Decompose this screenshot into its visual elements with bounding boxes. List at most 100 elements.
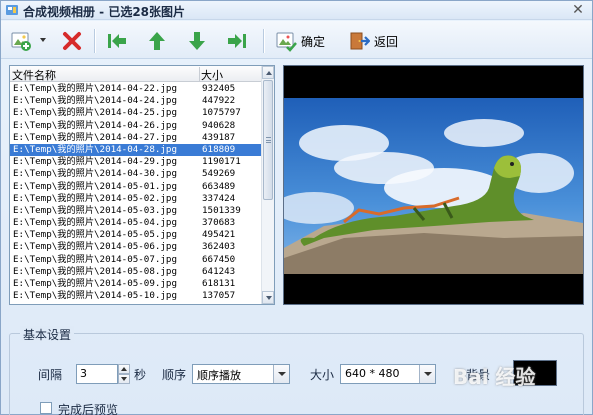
file-name-cell: E:\Temp\我的照片\2014-05-01.jpg: [13, 180, 177, 192]
file-size-cell: 362403: [202, 241, 236, 253]
file-size-cell: 447922: [202, 95, 236, 107]
table-row[interactable]: E:\Temp\我的照片\2014-04-27.jpg 439187: [10, 132, 262, 144]
move-last-icon: [228, 34, 246, 48]
file-name-cell: E:\Temp\我的照片\2014-04-27.jpg: [13, 131, 177, 143]
interval-input[interactable]: 3: [76, 364, 118, 384]
preview-after-checkbox[interactable]: [40, 402, 52, 414]
table-row[interactable]: E:\Temp\我的照片\2014-05-08.jpg 641243: [10, 266, 262, 278]
file-name-cell: E:\Temp\我的照片\2014-04-22.jpg: [13, 83, 177, 94]
table-row[interactable]: E:\Temp\我的照片\2014-05-04.jpg 370683: [10, 217, 262, 229]
table-row[interactable]: E:\Temp\我的照片\2014-04-29.jpg 1190171: [10, 156, 262, 168]
file-name-cell: E:\Temp\我的照片\2014-04-28.jpg: [13, 143, 177, 155]
file-size-cell: 495421: [202, 229, 236, 241]
scroll-down-button[interactable]: [262, 291, 274, 304]
table-row[interactable]: E:\Temp\我的照片\2014-04-30.jpg 549269: [10, 168, 262, 180]
add-dropdown-arrow[interactable]: [40, 38, 46, 42]
file-size-cell: 1501339: [202, 204, 241, 216]
table-row[interactable]: E:\Temp\我的照片\2014-05-10.jpg 137057: [10, 290, 262, 302]
file-name-cell: E:\Temp\我的照片\2014-05-02.jpg: [13, 192, 177, 204]
file-name-cell: E:\Temp\我的照片\2014-04-30.jpg: [13, 168, 177, 180]
move-first-button[interactable]: [106, 28, 128, 54]
delete-button[interactable]: [61, 28, 83, 54]
size-select[interactable]: 640 * 480: [340, 364, 436, 384]
file-name-cell: E:\Temp\我的照片\2014-05-08.jpg: [13, 265, 177, 277]
add-image-button[interactable]: [9, 28, 33, 54]
back-door-icon: [350, 32, 370, 50]
file-name-cell: E:\Temp\我的照片\2014-05-04.jpg: [13, 217, 177, 229]
move-down-icon: [189, 32, 205, 50]
file-size-cell: 618131: [202, 278, 236, 289]
table-row[interactable]: E:\Temp\我的照片\2014-05-07.jpg 667450: [10, 254, 262, 266]
chevron-down-icon[interactable]: [419, 365, 435, 383]
move-up-button[interactable]: [146, 28, 168, 54]
file-size-cell: 667450: [202, 253, 236, 265]
file-size-cell: 549269: [202, 168, 236, 180]
watermark-logo: Bai 经验: [453, 365, 536, 389]
confirm-image-icon: [276, 32, 297, 52]
file-size-cell: 439187: [202, 131, 236, 143]
title-bar[interactable]: 合成视频相册 - 已选28张图片 ✕: [1, 1, 592, 20]
file-size-cell: 663489: [202, 180, 236, 192]
file-size-cell: 1075797: [202, 107, 241, 119]
move-down-button[interactable]: [186, 28, 208, 54]
interval-down-button[interactable]: [118, 374, 130, 384]
file-name-cell: E:\Temp\我的照片\2014-05-09.jpg: [13, 278, 177, 289]
scroll-thumb[interactable]: [263, 80, 273, 200]
interval-stepper[interactable]: [118, 364, 130, 384]
file-size-cell: 137057: [202, 290, 236, 302]
table-row[interactable]: E:\Temp\我的照片\2014-05-05.jpg 495421: [10, 229, 262, 241]
table-row[interactable]: E:\Temp\我的照片\2014-05-02.jpg 337424: [10, 193, 262, 205]
file-list-header: 文件名称 大小: [10, 66, 262, 82]
close-button[interactable]: ✕: [570, 2, 586, 18]
file-list[interactable]: 文件名称 大小 E:\Temp\我的照片\2014-04-22.jpg 93240…: [9, 65, 275, 305]
iguana-photo: [284, 98, 583, 274]
toolbar-separator: [263, 29, 264, 53]
image-preview: [283, 65, 584, 305]
size-label: 大小: [310, 368, 335, 382]
file-size-cell: 932405: [202, 83, 236, 94]
file-size-cell: 618809: [202, 143, 236, 155]
add-image-icon: [11, 32, 31, 51]
table-row[interactable]: E:\Temp\我的照片\2014-04-25.jpg 1075797: [10, 107, 262, 119]
order-select-value: 顺序播放: [197, 369, 241, 382]
delete-x-icon: [63, 32, 81, 50]
back-label: 返回: [374, 34, 399, 49]
app-icon: [6, 5, 18, 15]
preview-after-label: 完成后预览: [58, 403, 119, 415]
file-list-rows: E:\Temp\我的照片\2014-04-22.jpg 932405 E:\Temp…: [10, 83, 262, 302]
table-row[interactable]: E:\Temp\我的照片\2014-04-22.jpg 932405: [10, 83, 262, 95]
confirm-button[interactable]: 确定: [275, 28, 325, 54]
table-row[interactable]: E:\Temp\我的照片\2014-05-09.jpg 618131: [10, 278, 262, 290]
table-row[interactable]: E:\Temp\我的照片\2014-05-01.jpg 663489: [10, 181, 262, 193]
toolbar-separator: [94, 29, 95, 53]
size-select-value: 640 * 480: [345, 367, 400, 380]
file-size-cell: 370683: [202, 217, 236, 229]
app-window: 合成视频相册 - 已选28张图片 ✕ 确定 返回 文件名称 大小 E:\Temp…: [0, 0, 593, 415]
window-title: 合成视频相册 - 已选28张图片: [23, 5, 186, 19]
file-name-cell: E:\Temp\我的照片\2014-05-10.jpg: [13, 290, 177, 302]
scroll-up-button[interactable]: [262, 66, 274, 79]
table-row[interactable]: E:\Temp\我的照片\2014-05-06.jpg 362403: [10, 241, 262, 253]
vertical-scrollbar[interactable]: [261, 66, 274, 304]
order-label: 顺序: [162, 368, 187, 382]
file-name-cell: E:\Temp\我的照片\2014-05-05.jpg: [13, 229, 177, 241]
settings-legend: 基本设置: [20, 326, 75, 343]
table-row[interactable]: E:\Temp\我的照片\2014-05-03.jpg 1501339: [10, 205, 262, 217]
file-name-cell: E:\Temp\我的照片\2014-05-07.jpg: [13, 253, 177, 265]
move-first-icon: [108, 34, 126, 48]
column-header-size[interactable]: 大小: [201, 67, 262, 82]
column-header-name[interactable]: 文件名称: [12, 67, 200, 82]
chevron-down-icon[interactable]: [273, 365, 289, 383]
file-name-cell: E:\Temp\我的照片\2014-04-24.jpg: [13, 95, 177, 107]
table-row[interactable]: E:\Temp\我的照片\2014-04-24.jpg 447922: [10, 95, 262, 107]
back-button[interactable]: 返回: [348, 28, 398, 54]
file-size-cell: 1190171: [202, 156, 241, 168]
order-select[interactable]: 顺序播放: [192, 364, 290, 384]
table-row[interactable]: E:\Temp\我的照片\2014-04-28.jpg 618809: [10, 143, 262, 157]
file-name-cell: E:\Temp\我的照片\2014-05-06.jpg: [13, 241, 177, 253]
file-name-cell: E:\Temp\我的照片\2014-04-25.jpg: [13, 107, 177, 119]
interval-up-button[interactable]: [118, 364, 130, 374]
move-last-button[interactable]: [226, 28, 248, 54]
table-row[interactable]: E:\Temp\我的照片\2014-04-26.jpg 940628: [10, 120, 262, 132]
file-name-cell: E:\Temp\我的照片\2014-05-03.jpg: [13, 204, 177, 216]
